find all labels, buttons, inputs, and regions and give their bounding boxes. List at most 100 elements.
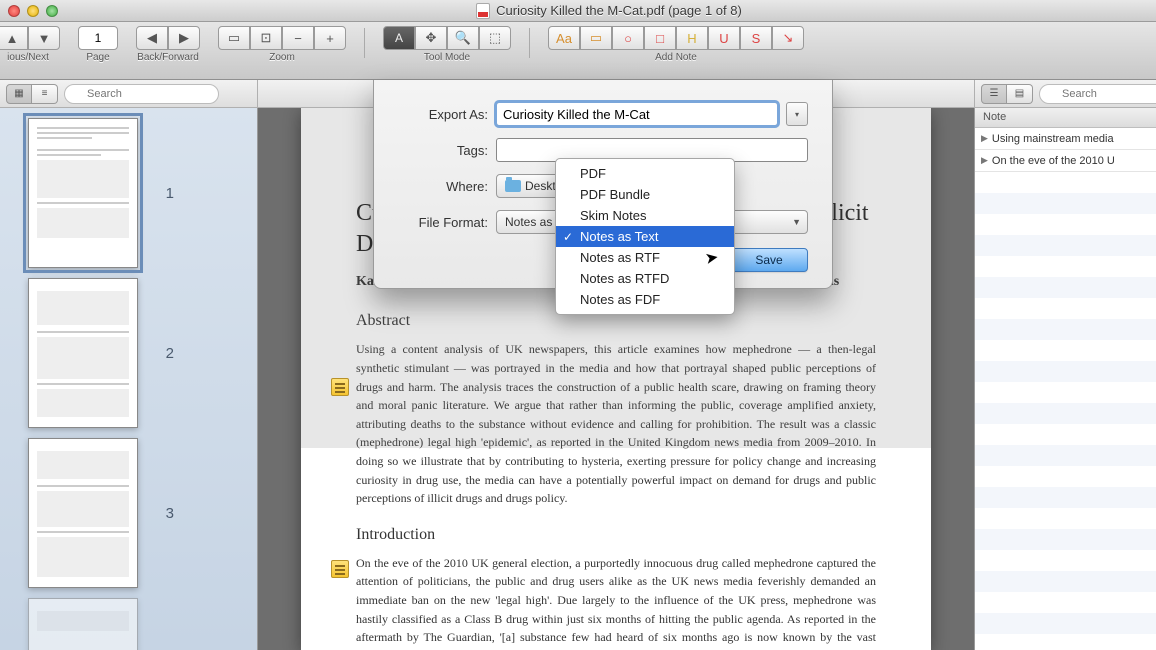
circle-icon: ○ <box>624 31 632 46</box>
thumbnail-icon: ▦ <box>14 88 23 99</box>
left-search-input[interactable] <box>64 84 219 104</box>
dropdown-option-notes-as-rtf[interactable]: Notes as RTF <box>556 247 734 268</box>
close-window-button[interactable] <box>8 5 20 17</box>
notes-sidebar: Note ▶ Using mainstream media ▶ On the eve… <box>974 108 1156 650</box>
forward-button[interactable]: ▶ <box>168 26 200 50</box>
note-marker-icon[interactable] <box>331 378 349 396</box>
notes-grid-button[interactable]: ▤ <box>1007 84 1033 104</box>
box-note-button[interactable]: □ <box>644 26 676 50</box>
circle-note-button[interactable]: ○ <box>612 26 644 50</box>
dropdown-option-pdf[interactable]: PDF <box>556 163 734 184</box>
underline-icon: U <box>719 31 728 46</box>
dropdown-option-pdf-bundle[interactable]: PDF Bundle <box>556 184 734 205</box>
page-thumbnail[interactable] <box>28 278 138 428</box>
select-tool-button[interactable]: ⬚ <box>479 26 511 50</box>
move-icon: ✥ <box>426 30 437 46</box>
thumbnail-row[interactable] <box>0 596 257 650</box>
note-list-item[interactable]: ▶ On the eve of the 2010 U <box>975 150 1156 172</box>
strikeout-icon: S <box>752 31 761 46</box>
underline-button[interactable]: U <box>708 26 740 50</box>
actual-size-icon: ⊡ <box>261 30 272 46</box>
strikeout-button[interactable]: S <box>740 26 772 50</box>
file-format-dropdown: PDF PDF Bundle Skim Notes Notes as Text … <box>555 158 735 315</box>
toolbar-label: Tool Mode <box>424 52 470 63</box>
fit-page-button[interactable]: ▭ <box>218 26 250 50</box>
zoom-group: ▭ ⊡ − + Zoom <box>218 26 346 63</box>
introduction-heading: Introduction <box>356 526 876 544</box>
text-tool-icon: A <box>395 31 403 45</box>
box-icon: □ <box>656 31 664 46</box>
tags-label: Tags: <box>398 143 488 158</box>
toolbar-label: Zoom <box>269 52 295 63</box>
toolbar-label: ious/Next <box>7 52 49 63</box>
note-item-text: Using mainstream media <box>992 133 1114 145</box>
outline-view-button[interactable]: ≡ <box>32 84 58 104</box>
page-number-input[interactable] <box>78 26 118 50</box>
toolbar-separator <box>529 28 530 58</box>
highlight-icon: H <box>687 31 696 46</box>
anchored-note-button[interactable]: ▭ <box>580 26 612 50</box>
page-thumbnail[interactable] <box>28 438 138 588</box>
actual-size-button[interactable]: ⊡ <box>250 26 282 50</box>
magnify-tool-button[interactable]: 🔍 <box>447 26 479 50</box>
highlight-button[interactable]: H <box>676 26 708 50</box>
filename-history-stepper[interactable]: ▾ <box>786 102 808 126</box>
export-as-label: Export As: <box>398 107 488 122</box>
notes-empty-area <box>975 172 1156 650</box>
disclosure-triangle-icon[interactable]: ▶ <box>981 155 988 166</box>
note-marker-icon[interactable] <box>331 560 349 578</box>
disclosure-triangle-icon[interactable]: ▶ <box>981 133 988 144</box>
minimize-window-button[interactable] <box>27 5 39 17</box>
previous-page-button[interactable]: ▲ <box>0 26 28 50</box>
thumbnail-row[interactable]: 3 <box>0 436 257 596</box>
right-view-toggle: ☰ ▤ <box>981 84 1033 104</box>
zoom-out-button[interactable]: − <box>282 26 314 50</box>
next-page-button[interactable]: ▼ <box>28 26 60 50</box>
dropdown-option-notes-as-rtfd[interactable]: Notes as RTFD <box>556 268 734 289</box>
plus-icon: + <box>326 31 334 46</box>
tool-mode-group: A ✥ 🔍 ⬚ Tool Mode <box>383 26 511 63</box>
thumbnail-row[interactable]: 1 <box>0 116 257 276</box>
note-list-item[interactable]: ▶ Using mainstream media <box>975 128 1156 150</box>
list-icon: ≡ <box>42 88 48 99</box>
notes-grid-icon: ▤ <box>1015 88 1024 99</box>
note-item-text: On the eve of the 2010 U <box>992 155 1115 167</box>
window-titlebar: Curiosity Killed the M-Cat.pdf (page 1 o… <box>0 0 1156 22</box>
zoom-window-button[interactable] <box>46 5 58 17</box>
page-thumbnail[interactable] <box>28 118 138 268</box>
page-number-label: 2 <box>150 345 174 362</box>
arrow-up-icon: ▲ <box>6 31 19 46</box>
zoom-in-button[interactable]: + <box>314 26 346 50</box>
right-search-input[interactable] <box>1039 84 1156 104</box>
save-button[interactable]: Save <box>730 248 808 272</box>
notes-list-button[interactable]: ☰ <box>981 84 1007 104</box>
folder-icon <box>505 180 521 192</box>
page-thumbnail[interactable] <box>28 598 138 650</box>
left-view-toggle: ▦ ≡ <box>6 84 58 104</box>
arrow-down-icon: ▼ <box>38 31 51 46</box>
arrow-right-icon: ▶ <box>179 30 189 46</box>
export-filename-input[interactable] <box>496 102 778 126</box>
file-format-label: File Format: <box>398 215 488 230</box>
line-note-button[interactable]: ↘ <box>772 26 804 50</box>
pdf-document-icon <box>476 3 490 19</box>
text-note-button[interactable]: Aa <box>548 26 580 50</box>
thumbnail-view-button[interactable]: ▦ <box>6 84 32 104</box>
dropdown-option-skim-notes[interactable]: Skim Notes <box>556 205 734 226</box>
toolbar-label: Page <box>86 52 109 63</box>
dropdown-option-notes-as-fdf[interactable]: Notes as FDF <box>556 289 734 310</box>
arrow-left-icon: ◀ <box>147 30 157 46</box>
thumbnail-row[interactable]: 2 <box>0 276 257 436</box>
prev-next-group: ▲ ▼ ious/Next <box>0 26 60 63</box>
back-button[interactable]: ◀ <box>136 26 168 50</box>
text-tool-button[interactable]: A <box>383 26 415 50</box>
thumbnails-sidebar[interactable]: 1 2 3 <box>0 108 258 650</box>
dropdown-option-notes-as-text[interactable]: Notes as Text <box>556 226 734 247</box>
toolbar-label: Back/Forward <box>137 52 199 63</box>
line-icon: ↘ <box>783 30 794 46</box>
page-group: Page <box>78 26 118 63</box>
move-tool-button[interactable]: ✥ <box>415 26 447 50</box>
magnify-icon: 🔍 <box>455 30 471 46</box>
notes-header: Note <box>975 108 1156 128</box>
text-note-icon: Aa <box>556 31 572 46</box>
